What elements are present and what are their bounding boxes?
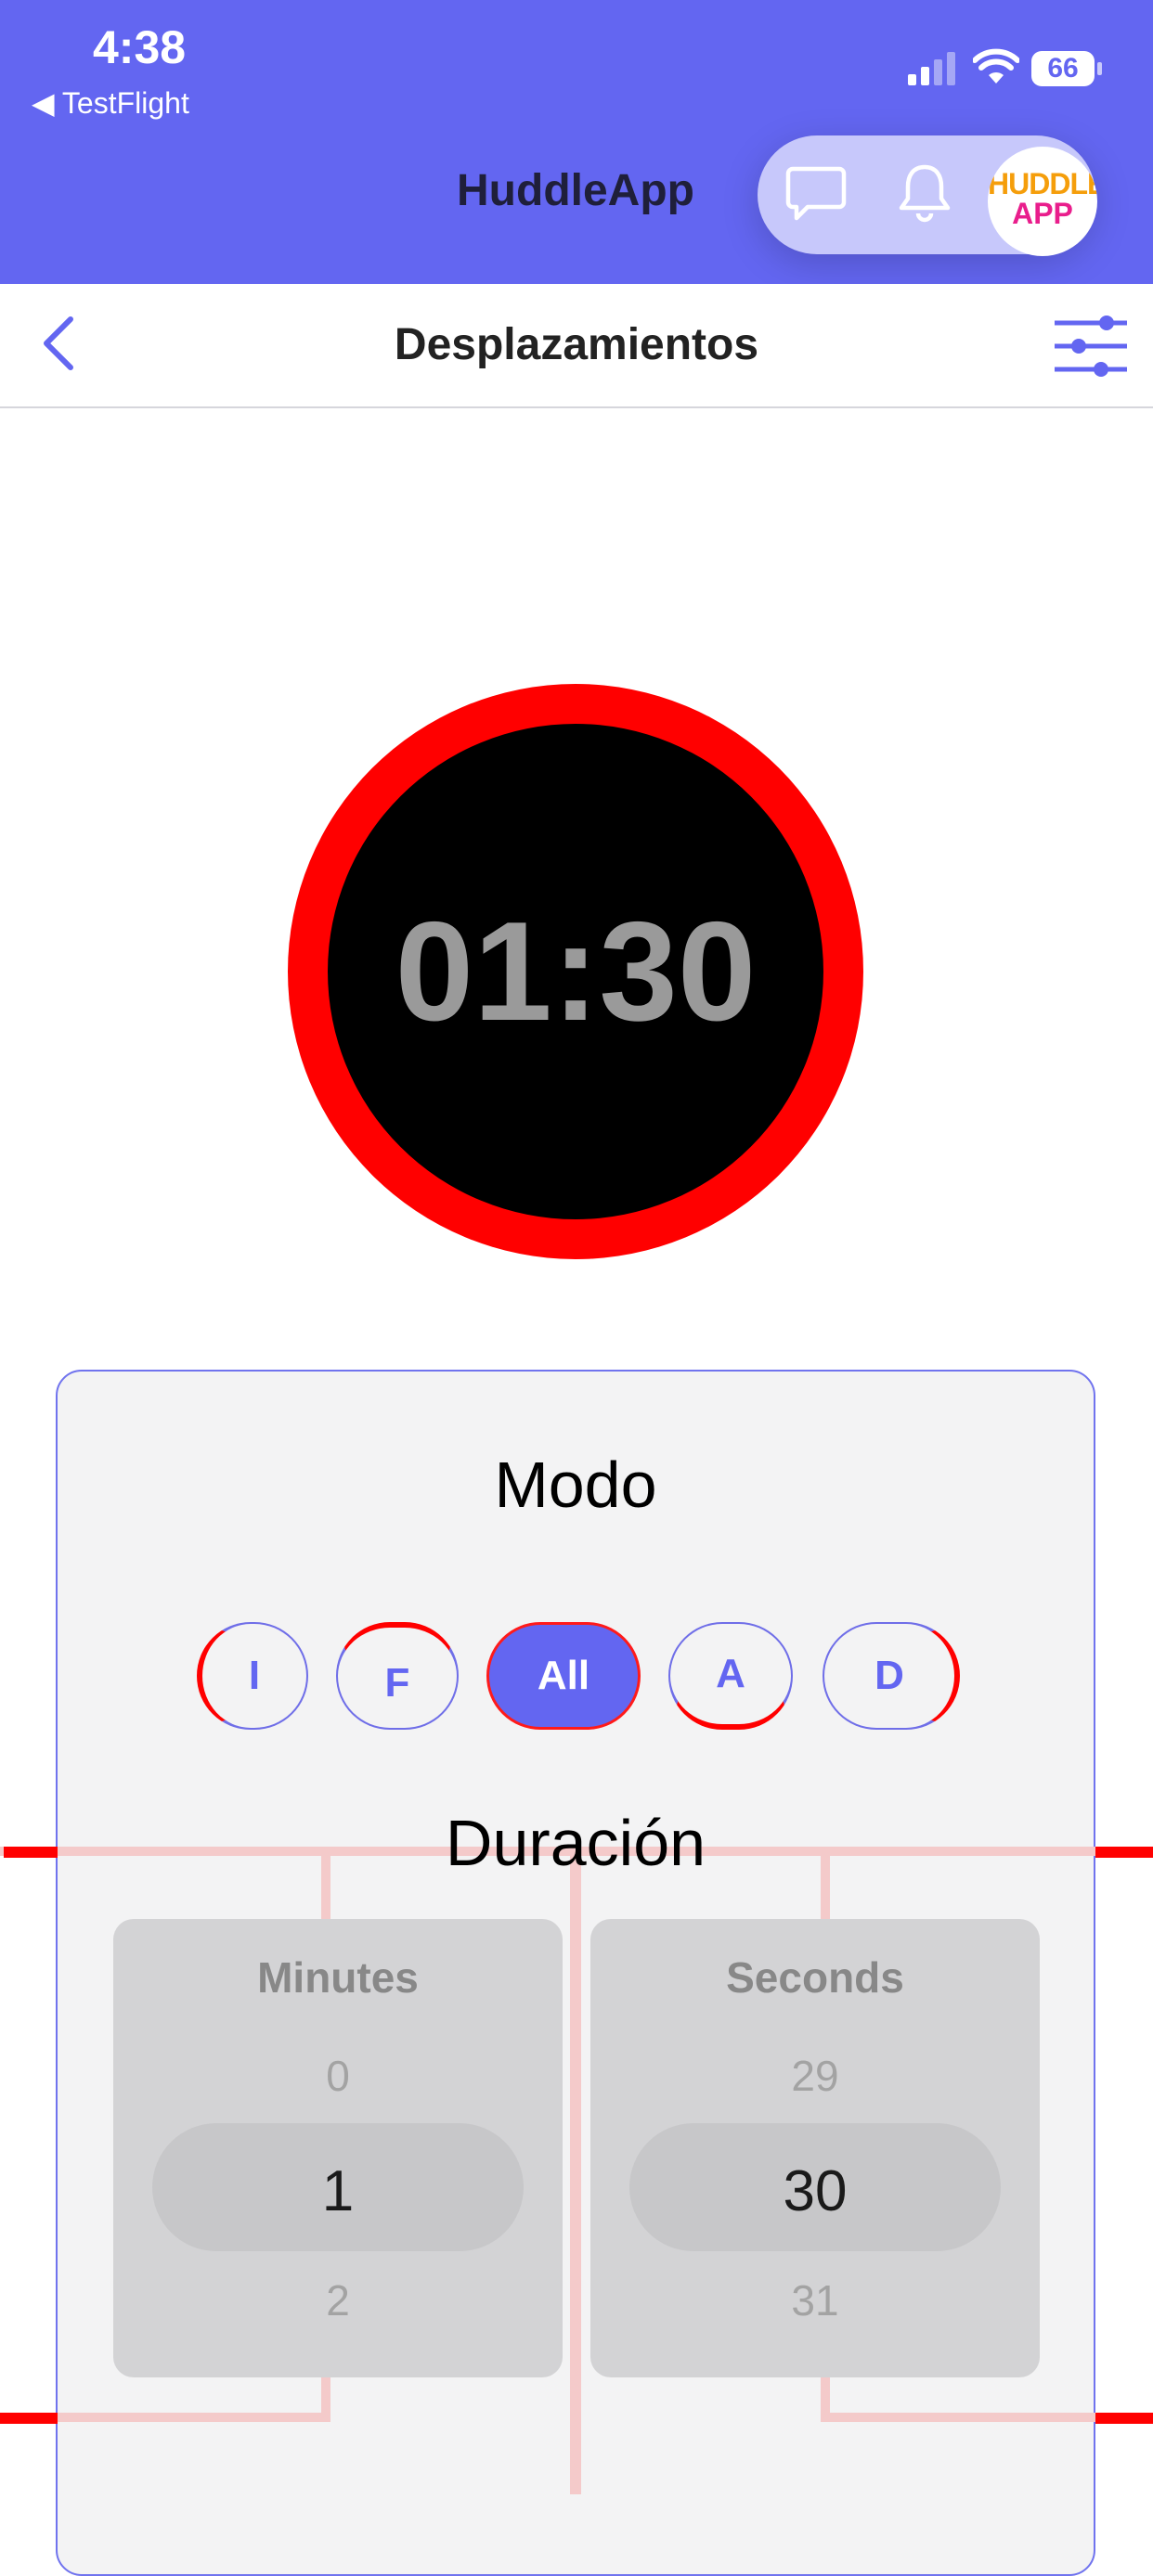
timer-display: 01:30 xyxy=(395,892,757,1050)
logo-text-bottom: APP xyxy=(1012,197,1073,230)
filter-sliders-icon[interactable] xyxy=(1053,314,1129,379)
mode-label: Modo xyxy=(494,1449,657,1521)
seconds-option-selected[interactable]: 30 xyxy=(590,2158,1040,2224)
mode-button-a[interactable]: A xyxy=(668,1622,793,1730)
status-time: 4:38 xyxy=(93,21,187,73)
wifi-icon xyxy=(972,48,1020,85)
huddle-app-logo[interactable]: HUDDLE APP xyxy=(988,147,1097,256)
overlay-line xyxy=(0,2413,58,2424)
minutes-picker-title: Minutes xyxy=(257,1953,419,2002)
bell-icon[interactable] xyxy=(897,161,952,225)
seconds-picker-title: Seconds xyxy=(726,1953,904,2002)
battery-icon: 66 xyxy=(1030,50,1105,87)
mode-button-i[interactable]: I xyxy=(197,1622,308,1730)
signal-icon xyxy=(908,52,960,85)
duration-label: Duración xyxy=(445,1807,706,1879)
overlay-line xyxy=(570,1847,581,2494)
mode-button-d[interactable]: D xyxy=(823,1622,960,1730)
minutes-option-next[interactable]: 2 xyxy=(113,2275,563,2325)
app-title: HuddleApp xyxy=(457,166,694,215)
overlay-line xyxy=(4,1847,58,1858)
seconds-picker[interactable]: Seconds 29 30 31 xyxy=(590,1919,1040,2377)
seconds-option-prev[interactable]: 29 xyxy=(590,2051,1040,2101)
mode-button-all[interactable]: All xyxy=(486,1622,641,1730)
overlay-line xyxy=(1095,1847,1153,1858)
minutes-picker[interactable]: Minutes 0 1 2 xyxy=(113,1919,563,2377)
mode-button-f[interactable]: F xyxy=(336,1622,459,1730)
page-title: Desplazamientos xyxy=(394,320,759,369)
battery-level: 66 xyxy=(1047,53,1079,84)
back-to-app-link[interactable]: ◀ TestFlight xyxy=(32,85,189,121)
minutes-option-prev[interactable]: 0 xyxy=(113,2051,563,2101)
back-chevron-icon[interactable] xyxy=(37,314,82,373)
seconds-option-next[interactable]: 31 xyxy=(590,2275,1040,2325)
chat-icon[interactable] xyxy=(785,165,847,223)
overlay-line xyxy=(1095,2413,1153,2424)
minutes-option-selected[interactable]: 1 xyxy=(113,2158,563,2224)
